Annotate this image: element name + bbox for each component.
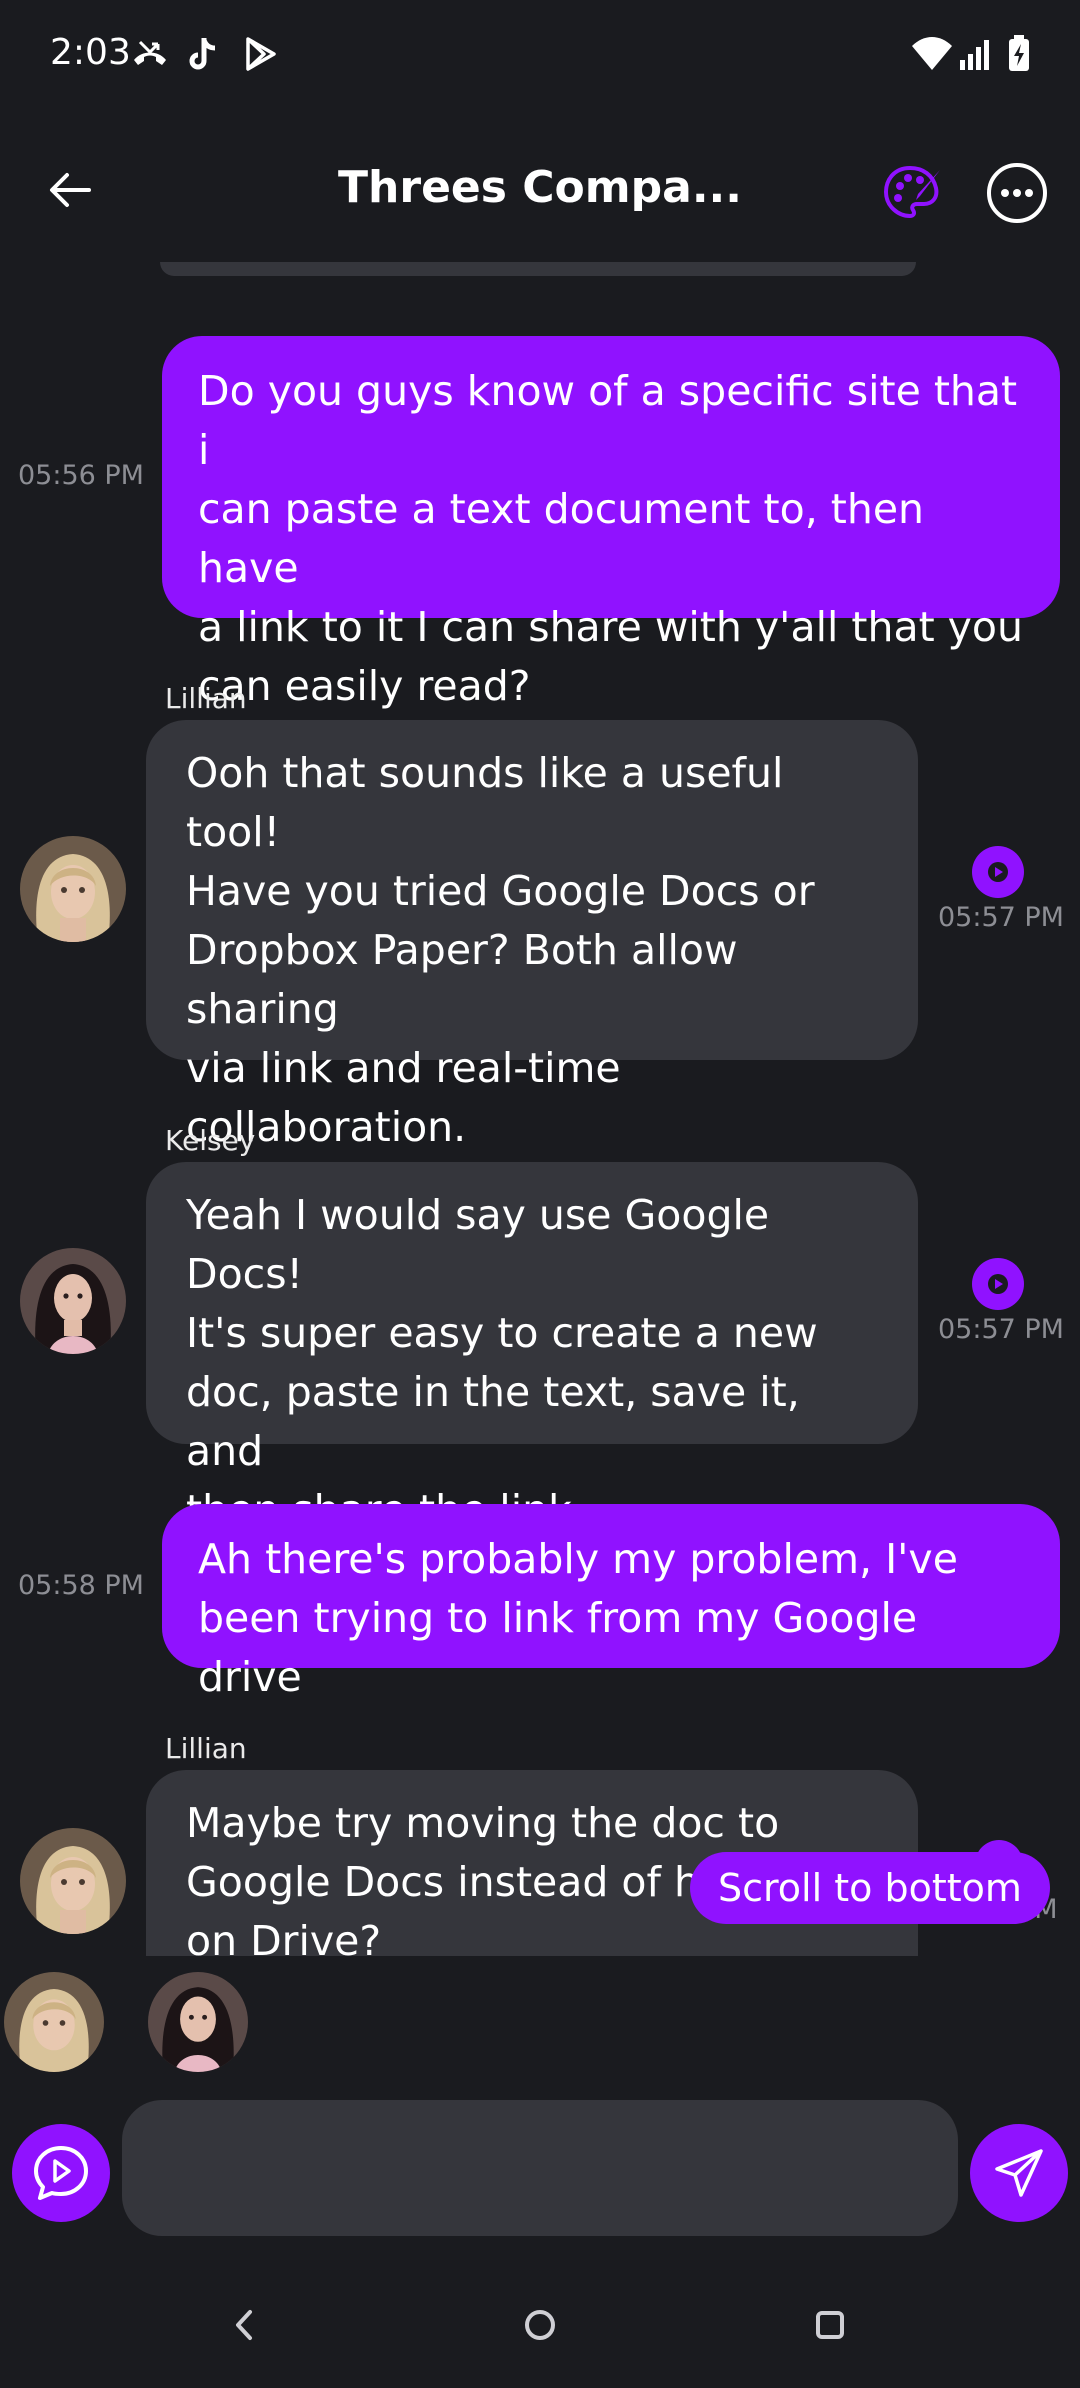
participant-avatar-lillian[interactable] <box>4 1972 104 2072</box>
play-audio-button[interactable] <box>972 846 1024 898</box>
avatar-lillian[interactable] <box>20 836 126 942</box>
message-text-line: Have you tried Google Docs or <box>186 867 815 915</box>
outgoing-message-bubble[interactable]: Ah there's probably my problem, I've bee… <box>162 1504 1060 1701</box>
arrow-left-icon <box>50 173 91 207</box>
back-button[interactable] <box>30 150 110 230</box>
incoming-message-bubble[interactable]: Yeah I would say use Google Docs! It's s… <box>146 1162 918 1534</box>
tiktok-icon <box>182 34 222 74</box>
message-text-line: Yeah I would say use Google Docs! <box>186 1191 770 1298</box>
nav-back-button[interactable] <box>220 2300 270 2350</box>
avatar-image <box>20 836 126 942</box>
chat-title[interactable]: Threes Compa... <box>300 162 780 213</box>
incoming-message-bubble[interactable]: Ooh that sounds like a useful tool! Have… <box>146 720 918 1151</box>
avatar-image <box>20 1248 126 1354</box>
message-text-line: doc, paste in the text, save it, and <box>186 1368 800 1475</box>
signal-icon <box>956 34 996 74</box>
chat-screen: 2:03 Threes Compa... 05:56 PM Do you guy… <box>0 0 1080 2388</box>
message-text-line: can paste a text document to, then have <box>198 485 925 592</box>
message-text-line: can easily read? <box>198 662 531 710</box>
nav-back-icon <box>236 2310 252 2340</box>
avatar-image <box>148 1972 248 2072</box>
outgoing-message-bubble[interactable]: Do you guys know of a specific site that… <box>162 336 1060 710</box>
send-button[interactable] <box>970 2124 1068 2222</box>
status-time: 2:03 <box>50 32 131 73</box>
wifi-icon <box>910 34 954 74</box>
message-time: 05:57 PM <box>938 1314 1064 1345</box>
message-text-line: collaboration. <box>186 1103 467 1151</box>
sender-name: Lillian <box>165 682 247 715</box>
chat-play-icon <box>34 2146 88 2200</box>
message-time: 05:58 PM <box>18 1570 144 1601</box>
nav-home-button[interactable] <box>515 2300 565 2350</box>
battery-charging-icon <box>1004 34 1034 74</box>
message-text-line: Maybe try moving the doc to <box>186 1799 780 1847</box>
avatar-image <box>4 1972 104 2072</box>
message-time: 05:56 PM <box>18 460 144 491</box>
play-icon <box>988 862 1008 882</box>
message-text-line: Ah there's probably my problem, I've <box>198 1535 958 1583</box>
missed-call-icon <box>130 34 170 74</box>
more-options-button[interactable] <box>984 160 1050 226</box>
scroll-to-bottom-button[interactable]: Scroll to bottom <box>690 1852 1050 1924</box>
avatar-kelsey[interactable] <box>20 1248 126 1354</box>
nav-recents-icon <box>816 2311 844 2339</box>
message-text-line: Do you guys know of a specific site that… <box>198 367 1018 474</box>
send-icon <box>995 2149 1043 2197</box>
message-text-line: Ooh that sounds like a useful tool! <box>186 749 784 856</box>
voice-message-button[interactable] <box>12 2124 110 2222</box>
message-text-line: via link and real-time <box>186 1044 621 1092</box>
chat-header: Threes Compa... <box>0 110 1080 270</box>
play-icon <box>988 1274 1008 1294</box>
status-bar: 2:03 <box>0 0 1080 110</box>
previous-message-edge <box>160 262 916 276</box>
participant-avatar-kelsey[interactable] <box>148 1972 248 2072</box>
more-horizontal-icon <box>987 163 1047 223</box>
theme-button[interactable] <box>880 160 946 226</box>
palette-icon <box>883 165 940 219</box>
message-text-line: a link to it I can share with y'all that… <box>198 603 1024 651</box>
nav-recents-button[interactable] <box>805 2300 855 2350</box>
message-text-line: Dropbox Paper? Both allow sharing <box>186 926 738 1033</box>
message-time: 05:57 PM <box>938 902 1064 933</box>
sender-name: Kelsey <box>165 1124 256 1157</box>
message-text-line: been trying to link from my Google drive <box>198 1594 918 1701</box>
nav-home-icon <box>525 2310 555 2340</box>
play-store-icon <box>240 34 280 74</box>
message-text-line: It's super easy to create a new <box>186 1309 818 1357</box>
message-input[interactable] <box>122 2100 958 2236</box>
play-audio-button[interactable] <box>972 1258 1024 1310</box>
